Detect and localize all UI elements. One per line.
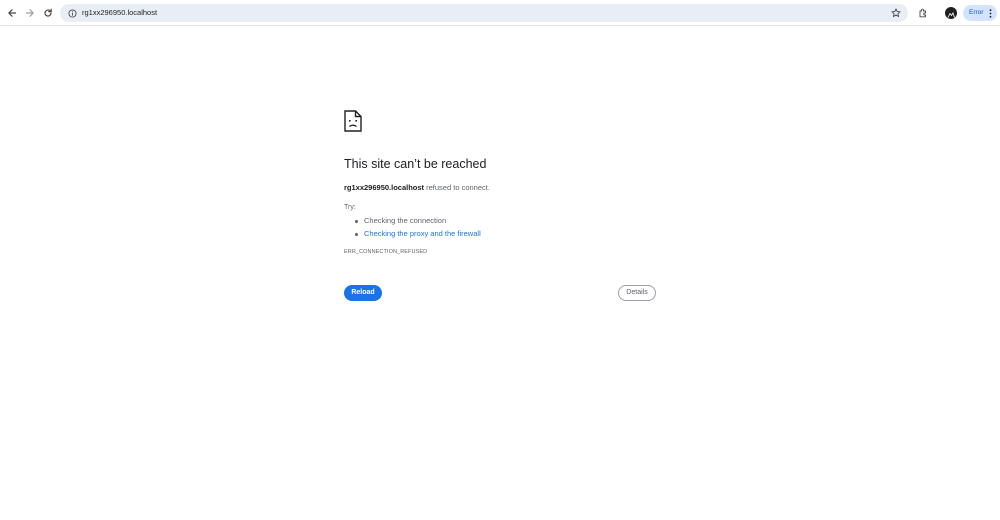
refused-message: refused to connect. xyxy=(424,183,490,192)
error-chip-label: Error xyxy=(969,9,984,16)
suggestion-item: Checking the proxy and the firewall xyxy=(354,228,481,241)
host-name: rg1xx296950.localhost xyxy=(344,183,425,192)
browser-toolbar: rg1xx296950.localhost Error xyxy=(0,0,1000,26)
details-button[interactable]: Details xyxy=(618,285,656,301)
avatar[interactable] xyxy=(945,7,957,19)
suggestion-item: Checking the connection xyxy=(354,215,481,228)
try-label: Try: xyxy=(344,204,356,211)
error-code: ERR_CONNECTION_REFUSED xyxy=(344,249,428,255)
sad-document-icon xyxy=(344,110,362,132)
more-vert-icon xyxy=(989,9,992,18)
reload-toolbar-button[interactable] xyxy=(39,4,57,22)
address-bar[interactable]: rg1xx296950.localhost xyxy=(60,4,908,22)
arrow-right-icon xyxy=(25,9,34,17)
proxy-firewall-link[interactable]: Checking the proxy and the firewall xyxy=(364,229,481,238)
extensions-button[interactable] xyxy=(914,4,932,22)
error-description: rg1xx296950.localhost refused to connect… xyxy=(344,183,490,192)
star-icon[interactable] xyxy=(890,7,902,19)
page-title: This site can’t be reached xyxy=(344,157,487,171)
reload-button[interactable]: Reload xyxy=(344,285,382,301)
suggestion-check-connection: Checking the connection xyxy=(364,216,447,225)
arrow-left-icon xyxy=(8,9,17,17)
reload-icon xyxy=(44,8,52,17)
url-text[interactable]: rg1xx296950.localhost xyxy=(82,4,157,22)
error-status-chip[interactable]: Error xyxy=(963,5,997,21)
back-button[interactable] xyxy=(3,4,21,22)
info-icon[interactable] xyxy=(66,7,78,19)
puzzle-icon xyxy=(919,8,926,18)
suggestion-list: Checking the connection Checking the pro… xyxy=(354,215,481,240)
forward-button[interactable] xyxy=(21,4,39,22)
